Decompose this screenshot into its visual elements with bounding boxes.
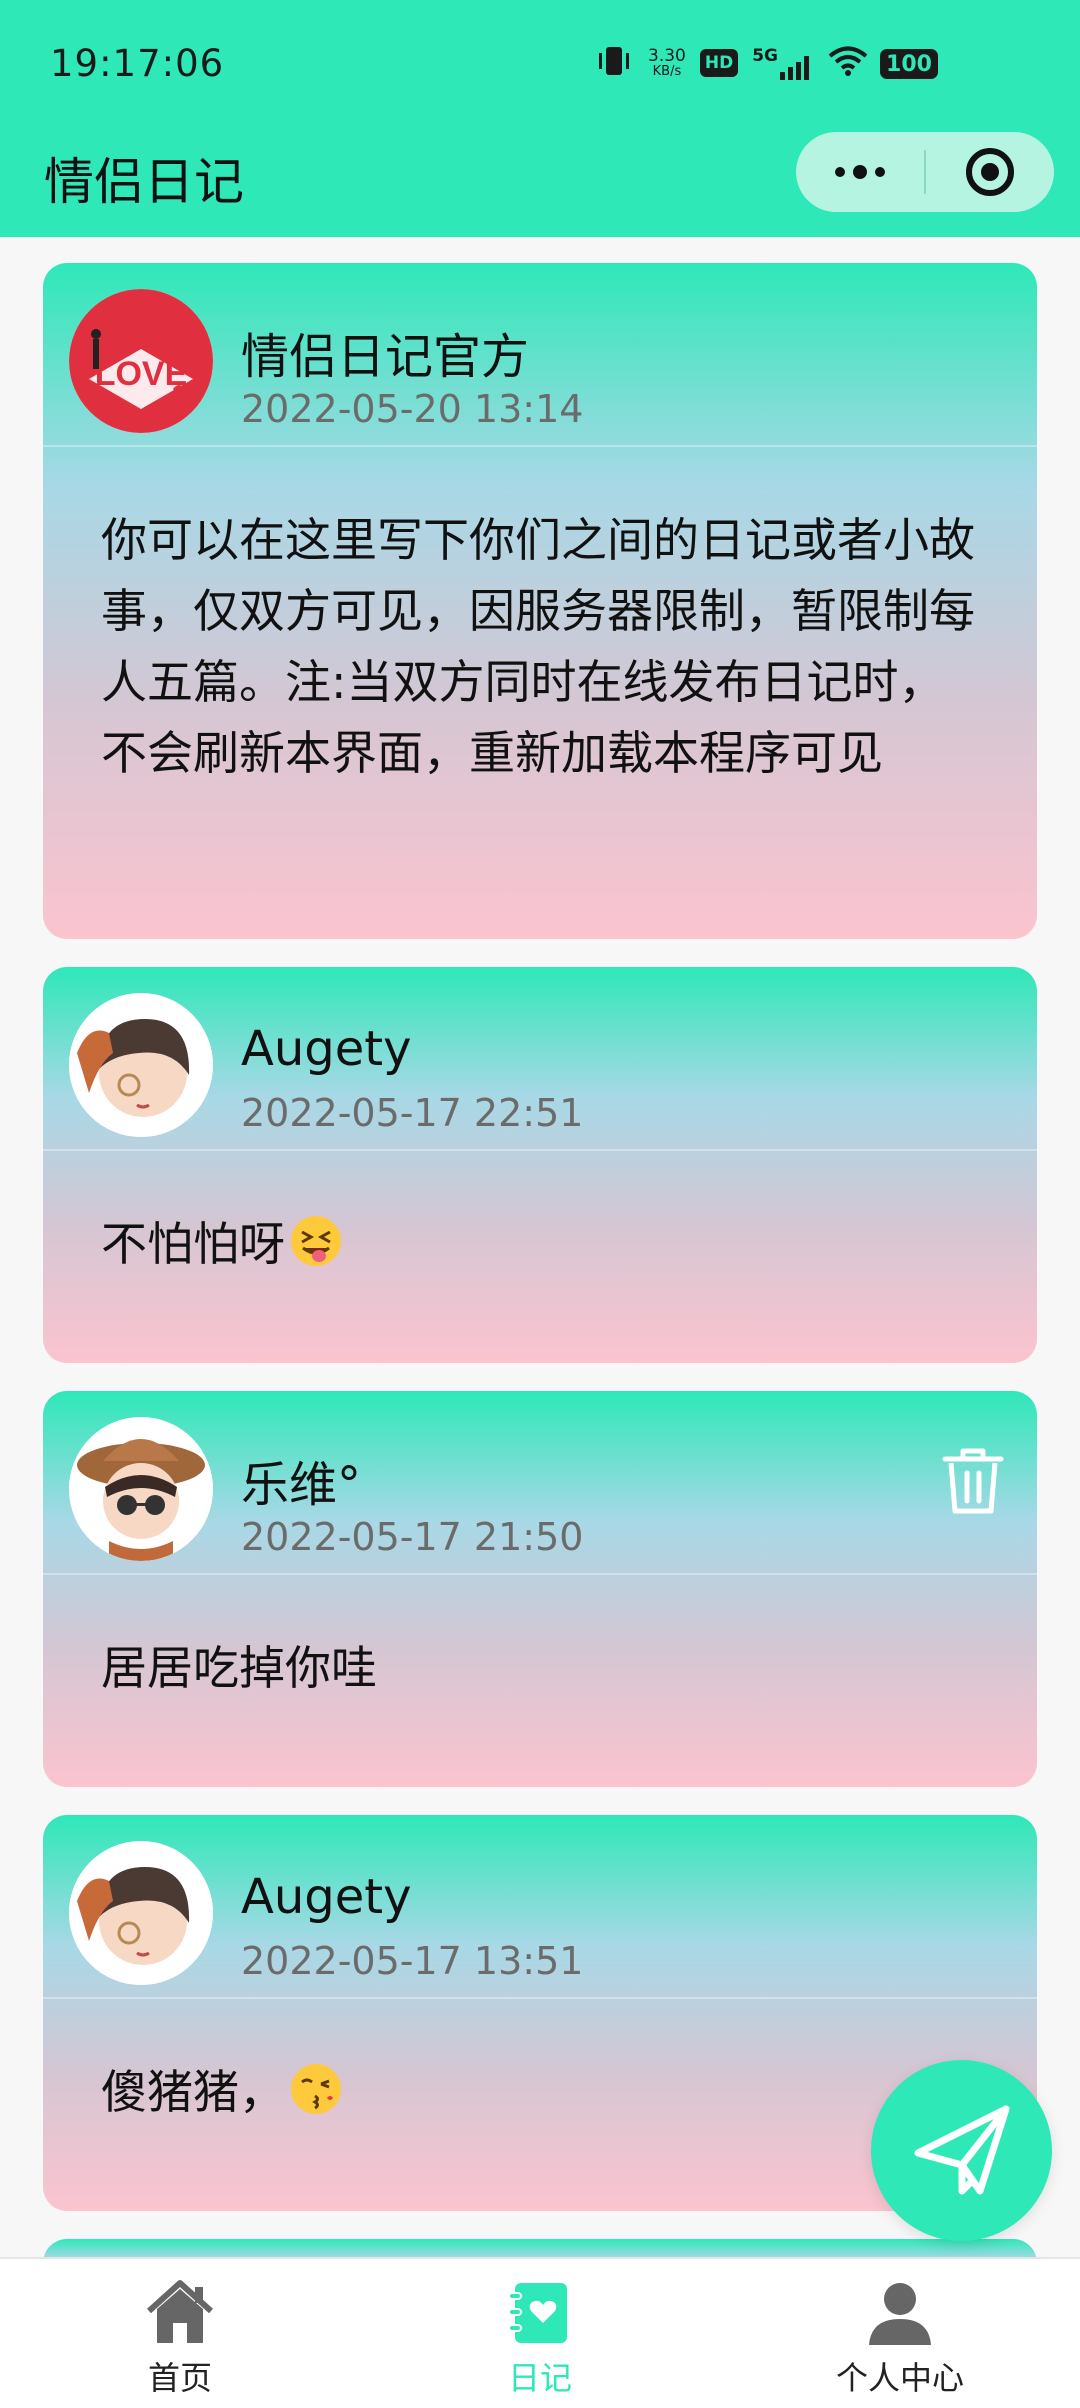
post-text: 居居吃掉你哇 [101, 1641, 377, 1695]
post-date: 2022-05-20 13:14 [241, 387, 584, 431]
diary-card[interactable] [43, 2239, 1037, 2257]
status-icons: 3.30 KB/s HD 5G [594, 40, 868, 86]
delete-trash-icon[interactable] [937, 1443, 1009, 1517]
net-speed-unit: KB/s [652, 64, 682, 79]
avatar[interactable]: LOVE [69, 289, 213, 433]
network-type: 5G [752, 46, 778, 66]
cartoon-boy-avatar-icon [69, 993, 213, 1137]
target-close-icon [965, 148, 1014, 196]
post-date: 2022-05-17 13:51 [241, 1939, 584, 1983]
status-time: 19:17:06 [50, 42, 225, 85]
author-name: Augety [241, 1869, 412, 1925]
squinting-tongue-emoji-icon [291, 1216, 341, 1266]
post-text: 傻猪猪， [101, 2065, 285, 2119]
close-app-button[interactable] [926, 132, 1054, 212]
tab-profile-label: 个人中心 [835, 2359, 964, 2397]
screen: 19:17:06 3.30 KB/s HD 5G 100 情侣日记 LOVE 情… [0, 0, 1080, 2408]
post-date: 2022-05-17 22:51 [241, 1091, 584, 1135]
page-title: 情侣日记 [44, 153, 244, 211]
avatar[interactable] [69, 993, 213, 1137]
paper-plane-icon [914, 2105, 1009, 2194]
card-header: Augety 2022-05-17 22:51 [43, 967, 1037, 1151]
author-name: 乐维° [241, 1457, 362, 1513]
more-button[interactable] [796, 132, 924, 212]
tab-diary[interactable]: 日记 [360, 2259, 720, 2408]
mini-program-capsule [796, 132, 1054, 212]
post-content: 居居吃掉你哇 [43, 1575, 1037, 1704]
author-name: Augety [241, 1021, 412, 1077]
net-speed: 3.30 KB/s [648, 46, 686, 79]
more-dots-icon [835, 165, 885, 179]
post-content: 你可以在这里写下你们之间的日记或者小故事，仅双方可见，因服务器限制，暂限制每人五… [43, 447, 1037, 789]
vibrate-icon [594, 41, 634, 85]
card-header: Augety 2022-05-17 13:51 [43, 1815, 1037, 1999]
card-header: LOVE 情侣日记官方 2022-05-20 13:14 [43, 263, 1037, 447]
kissing-emoji-icon [291, 2064, 341, 2114]
cartoon-boy-avatar-icon [69, 1841, 213, 1985]
header: 19:17:06 3.30 KB/s HD 5G 100 情侣日记 [0, 0, 1080, 237]
avatar[interactable] [69, 1841, 213, 1985]
cartoon-boy-hat-avatar-icon [69, 1417, 213, 1561]
tab-home[interactable]: 首页 [0, 2259, 360, 2408]
post-content: 不怕怕呀 [43, 1151, 1037, 1280]
svg-text:LOVE: LOVE [95, 355, 188, 393]
tab-profile[interactable]: 个人中心 [720, 2259, 1080, 2408]
diary-card[interactable]: Augety 2022-05-17 22:51 不怕怕呀 [43, 967, 1037, 1363]
bottom-tab-bar: 首页 日记 个人中心 [0, 2257, 1080, 2408]
diary-card[interactable]: LOVE 情侣日记官方 2022-05-20 13:14 你可以在这里写下你们之… [43, 263, 1037, 939]
love-logo-avatar-icon: LOVE [69, 289, 213, 433]
net-speed-value: 3.30 [648, 46, 686, 66]
wifi-icon [828, 45, 868, 81]
diary-feed[interactable]: LOVE 情侣日记官方 2022-05-20 13:14 你可以在这里写下你们之… [0, 237, 1080, 2257]
tab-home-label: 首页 [147, 2359, 212, 2397]
card-header: 乐维° 2022-05-17 21:50 [43, 1391, 1037, 1575]
signal-icon: 5G [752, 46, 814, 80]
diary-card[interactable]: 乐维° 2022-05-17 21:50 居居吃掉你哇 [43, 1391, 1037, 1787]
diary-icon [508, 2283, 567, 2343]
battery-indicator: 100 [880, 49, 938, 79]
avatar[interactable] [69, 1417, 213, 1561]
author-name: 情侣日记官方 [241, 329, 530, 385]
hd-badge: HD [699, 49, 739, 77]
home-icon [146, 2280, 214, 2343]
profile-icon [869, 2283, 931, 2345]
tab-diary-label: 日记 [507, 2359, 572, 2397]
post-text: 不怕怕呀 [101, 1217, 285, 1271]
compose-diary-button[interactable] [871, 2060, 1052, 2241]
post-text: 你可以在这里写下你们之间的日记或者小故事，仅双方可见，因服务器限制，暂限制每人五… [101, 513, 975, 780]
post-date: 2022-05-17 21:50 [241, 1515, 584, 1559]
